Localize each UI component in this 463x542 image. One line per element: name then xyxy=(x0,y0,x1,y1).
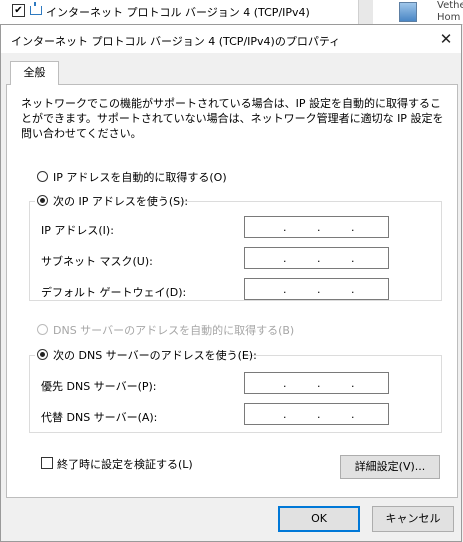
background-item-label: インターネット プロトコル バージョン 4 (TCP/IPv4) xyxy=(46,6,310,19)
tab-general[interactable]: 全般 xyxy=(10,61,59,85)
ip-manual-legend: 次の IP アドレスを使う(S): xyxy=(35,191,188,209)
dns-alternate-field[interactable]: . . . xyxy=(244,403,389,425)
ip-octet-separator: . xyxy=(283,252,287,265)
ip-manual-radio[interactable] xyxy=(37,195,48,206)
dns-preferred-field[interactable]: . . . xyxy=(244,372,389,394)
dns-preferred-label: 優先 DNS サーバー(P): xyxy=(41,380,157,393)
ip-octet-separator: . xyxy=(283,283,287,296)
background-adapter-subtext: Hom xyxy=(437,12,461,23)
ip-address-field[interactable]: . . . xyxy=(244,216,389,238)
network-adapter-icon xyxy=(399,2,417,22)
background-checkbox[interactable]: ✔ xyxy=(12,4,25,17)
close-button[interactable]: ✕ xyxy=(435,28,457,50)
ip-auto-label[interactable]: IP アドレスを自動的に取得する(O) xyxy=(53,169,227,185)
background-adapter-text: Vethe xyxy=(437,0,463,11)
ip-octet-separator: . xyxy=(283,377,287,390)
ip-octet-separator: . xyxy=(351,283,355,296)
ip-octet-separator: . xyxy=(317,408,321,421)
close-icon: ✕ xyxy=(439,30,453,48)
ip-octet-separator: . xyxy=(317,252,321,265)
network-protocol-icon xyxy=(30,2,42,15)
default-gateway-field[interactable]: . . . xyxy=(244,278,389,300)
dialog-title: インターネット プロトコル バージョン 4 (TCP/IPv4)のプロパティ xyxy=(11,35,341,48)
background-scrollbar[interactable] xyxy=(358,0,373,24)
ip-address-label: IP アドレス(I): xyxy=(41,224,114,237)
ok-button[interactable]: OK xyxy=(278,506,360,532)
dns-auto-label[interactable]: DNS サーバーのアドレスを自動的に取得する(B) xyxy=(53,322,294,338)
subnet-mask-label: サブネット マスク(U): xyxy=(41,255,153,268)
dns-manual-radio[interactable] xyxy=(37,349,48,360)
ip-octet-separator: . xyxy=(283,221,287,234)
ip-octet-separator: . xyxy=(317,377,321,390)
dns-manual-legend: 次の DNS サーバーのアドレスを使う(E): xyxy=(35,345,257,363)
default-gateway-label: デフォルト ゲートウェイ(D): xyxy=(41,286,187,299)
ip-octet-separator: . xyxy=(283,408,287,421)
validate-checkbox[interactable] xyxy=(41,457,53,469)
validate-label[interactable]: 終了時に設定を検証する(L) xyxy=(57,456,193,472)
ip-manual-label[interactable]: 次の IP アドレスを使う(S): xyxy=(53,193,188,209)
properties-dialog: インターネット プロトコル バージョン 4 (TCP/IPv4)のプロパティ ✕… xyxy=(0,24,462,542)
ip-octet-separator: . xyxy=(351,221,355,234)
ip-octet-separator: . xyxy=(351,408,355,421)
dns-auto-radio[interactable] xyxy=(37,324,48,335)
cancel-button[interactable]: キャンセル xyxy=(372,506,454,532)
advanced-button[interactable]: 詳細設定(V)... xyxy=(340,455,440,479)
subnet-mask-field[interactable]: . . . xyxy=(244,247,389,269)
ip-octet-separator: . xyxy=(351,252,355,265)
ip-octet-separator: . xyxy=(317,221,321,234)
ip-auto-radio[interactable] xyxy=(37,171,48,182)
background-list-row: ✔ インターネット プロトコル バージョン 4 (TCP/IPv4) Vethe… xyxy=(0,0,463,25)
title-bar[interactable]: インターネット プロトコル バージョン 4 (TCP/IPv4)のプロパティ ✕ xyxy=(1,25,461,53)
ip-octet-separator: . xyxy=(351,377,355,390)
ip-octet-separator: . xyxy=(317,283,321,296)
description-text: ネットワークでこの機能がサポートされている場合は、IP 設定を自動的に取得するこ… xyxy=(21,97,444,140)
dns-alternate-label: 代替 DNS サーバー(A): xyxy=(41,411,158,424)
dns-manual-label[interactable]: 次の DNS サーバーのアドレスを使う(E): xyxy=(53,347,257,363)
